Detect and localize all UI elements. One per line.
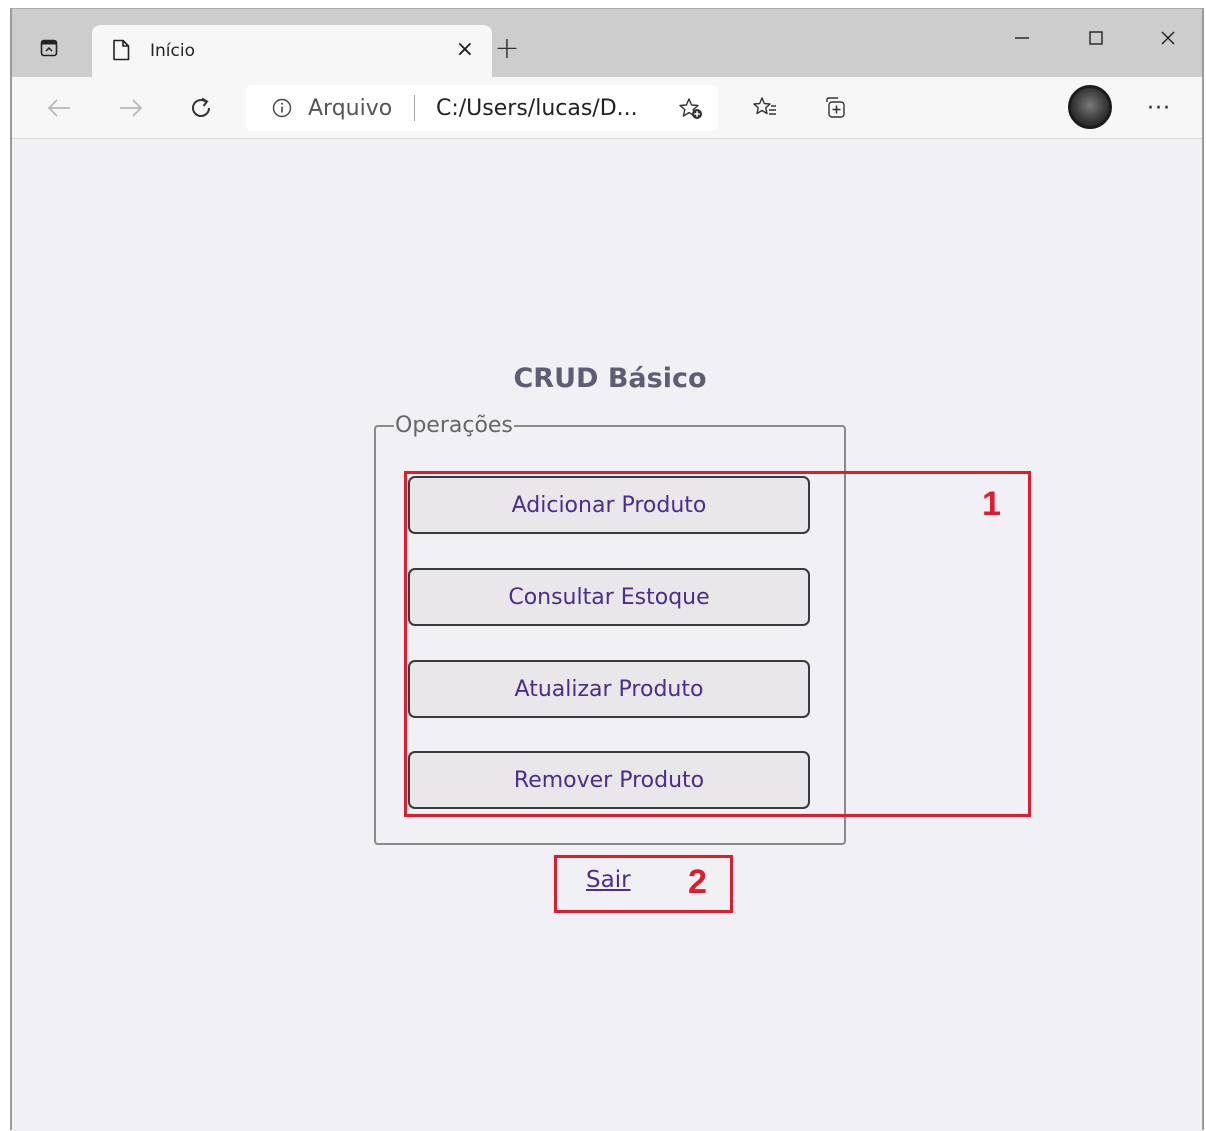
page-icon [112,39,130,65]
browser-window: Início × + Arquivo C:/Users/lucas/D... ·… [10,8,1204,1131]
tab-title: Início [150,41,195,61]
close-window-icon[interactable] [1148,23,1188,53]
favorites-icon[interactable] [748,91,782,125]
annotation-box-1 [404,471,1031,817]
back-icon[interactable] [42,91,76,125]
annotation-number-2: 2 [688,863,707,901]
address-separator [414,95,415,121]
refresh-icon[interactable] [184,91,218,125]
address-url[interactable]: C:/Users/lucas/D... [436,96,638,121]
tab-strip: Início × + [12,9,1202,77]
address-scheme-label: Arquivo [308,96,393,121]
add-favorite-icon[interactable] [678,97,704,125]
operations-legend: Operações [395,413,513,438]
browser-toolbar: Arquivo C:/Users/lucas/D... ··· [12,77,1202,139]
annotation-number-1: 1 [982,485,1001,523]
page-title: CRUD Básico [513,363,707,394]
settings-menu-icon[interactable]: ··· [1142,91,1176,125]
tab-actions-icon[interactable] [40,39,58,57]
forward-icon[interactable] [114,91,148,125]
tab-inicio[interactable]: Início × [92,25,492,77]
address-bar[interactable]: Arquivo C:/Users/lucas/D... [246,85,718,131]
page-content: CRUD Básico Operações Adicionar Produto … [12,139,1202,1131]
minimize-icon[interactable] [1002,23,1042,53]
collections-icon[interactable] [818,91,852,125]
new-tab-button[interactable]: + [492,31,522,66]
maximize-icon[interactable] [1076,23,1116,53]
profile-avatar[interactable] [1068,85,1112,129]
tab-close-icon[interactable]: × [456,39,474,61]
info-icon[interactable] [272,98,292,122]
